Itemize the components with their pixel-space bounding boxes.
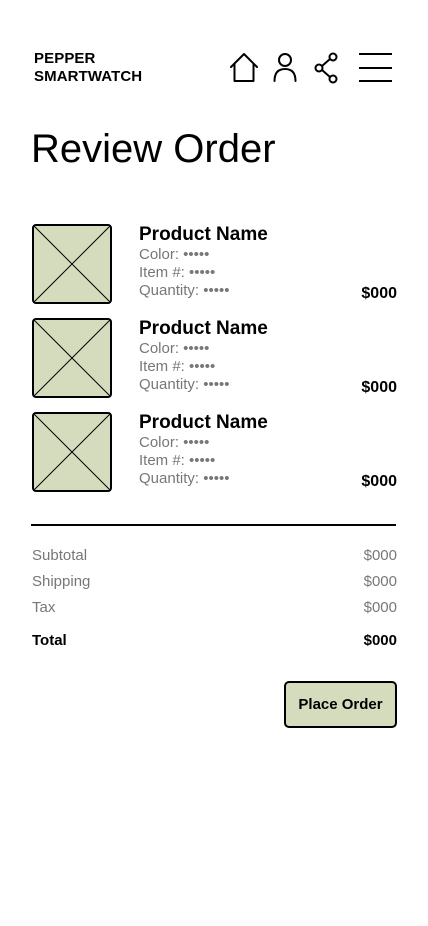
- product-name: Product Name: [139, 412, 268, 433]
- tax-value: $000: [363, 599, 397, 616]
- product-item-number: Item #: •••••: [139, 452, 216, 469]
- menu-button[interactable]: [358, 52, 394, 84]
- shipping-label: Shipping: [32, 573, 91, 590]
- product-quantity: Quantity: •••••: [139, 470, 230, 487]
- app-header: PEPPER SMARTWATCH: [0, 0, 428, 110]
- image-placeholder-icon: [32, 412, 112, 492]
- user-icon: [273, 53, 297, 82]
- order-item[interactable]: Product Name Color: ••••• Item #: ••••• …: [0, 318, 428, 398]
- shipping-row: Shipping $000: [32, 572, 397, 592]
- subtotal-label: Subtotal: [32, 547, 88, 564]
- home-icon: [230, 53, 258, 82]
- total-value: $000: [363, 632, 397, 649]
- product-color: Color: •••••: [139, 434, 210, 451]
- summary-divider: [31, 524, 396, 526]
- brand-logo[interactable]: PEPPER SMARTWATCH: [34, 50, 142, 86]
- page-title: Review Order: [31, 127, 276, 171]
- order-item[interactable]: Product Name Color: ••••• Item #: ••••• …: [0, 412, 428, 492]
- product-name: Product Name: [139, 224, 268, 245]
- image-placeholder-icon: [32, 318, 112, 398]
- menu-icon: [359, 53, 392, 82]
- product-price: $000: [361, 379, 397, 396]
- product-name: Product Name: [139, 318, 268, 339]
- home-button[interactable]: [229, 52, 259, 84]
- shipping-value: $000: [363, 573, 397, 590]
- total-label: Total: [32, 632, 67, 649]
- tax-row: Tax $000: [32, 598, 397, 618]
- product-quantity: Quantity: •••••: [139, 282, 230, 299]
- brand-line-2: SMARTWATCH: [34, 68, 143, 85]
- subtotal-value: $000: [363, 547, 397, 564]
- image-placeholder-icon: [32, 224, 112, 304]
- product-price: $000: [361, 473, 397, 490]
- place-order-button[interactable]: Place Order: [284, 681, 397, 728]
- share-button[interactable]: [313, 52, 339, 84]
- total-row: Total $000: [32, 631, 397, 651]
- product-item-number: Item #: •••••: [139, 358, 216, 375]
- share-icon: [314, 52, 338, 84]
- product-color: Color: •••••: [139, 340, 210, 357]
- product-price: $000: [361, 285, 397, 302]
- subtotal-row: Subtotal $000: [32, 546, 397, 566]
- product-item-number: Item #: •••••: [139, 264, 216, 281]
- brand-line-1: PEPPER: [34, 50, 96, 67]
- order-item[interactable]: Product Name Color: ••••• Item #: ••••• …: [0, 224, 428, 304]
- product-quantity: Quantity: •••••: [139, 376, 230, 393]
- account-button[interactable]: [272, 52, 298, 84]
- tax-label: Tax: [32, 599, 56, 616]
- product-color: Color: •••••: [139, 246, 210, 263]
